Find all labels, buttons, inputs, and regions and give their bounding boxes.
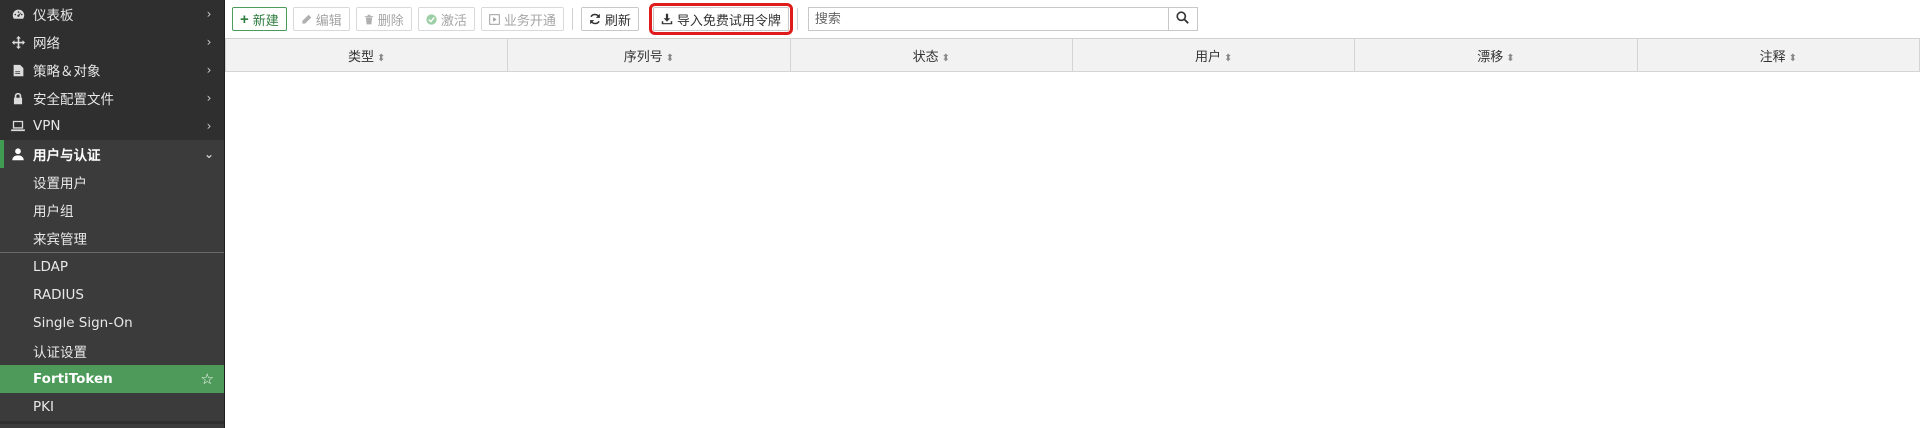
sidebar-subitem-label: FortiToken	[33, 371, 113, 387]
user-icon	[10, 146, 26, 162]
sidebar-item-security-profiles[interactable]: 安全配置文件 ›	[0, 84, 224, 112]
refresh-icon	[589, 13, 601, 25]
sidebar-item-label: VPN	[33, 118, 61, 134]
sidebar-subitem-label: 认证设置	[33, 345, 87, 361]
trash-icon	[364, 14, 374, 25]
search-icon	[1176, 10, 1190, 28]
star-icon[interactable]: ☆	[201, 370, 214, 388]
sidebar-subitem-pki[interactable]: PKI	[0, 393, 224, 421]
check-circle-icon	[426, 13, 437, 25]
sidebar-subitem-user-groups[interactable]: 用户组	[0, 196, 224, 224]
sidebar-item-user-auth[interactable]: 用户与认证 ⌄	[0, 140, 224, 168]
sidebar-item-label: 安全配置文件	[33, 92, 114, 108]
lock-icon	[10, 90, 26, 106]
provision-button-label: 业务开通	[503, 12, 556, 28]
main-content: + 新建 编辑 删除 激活 业务开通 刷新 导入免费试用令牌 搜索 类型 ⬍ 序…	[224, 0, 1920, 428]
column-header-label: 注释	[1759, 49, 1786, 65]
sidebar-footer	[0, 424, 224, 428]
search-button[interactable]	[1167, 7, 1198, 31]
column-header-label: 漂移	[1477, 49, 1504, 65]
new-button[interactable]: + 新建	[232, 7, 287, 31]
chevron-right-icon: ›	[206, 35, 212, 49]
search-input[interactable]	[807, 7, 1168, 31]
chevron-right-icon: ›	[206, 119, 212, 133]
sidebar-item-label: 策略＆对象	[33, 64, 101, 80]
chevron-down-icon: ⌄	[203, 147, 215, 161]
sidebar-subitem-sso[interactable]: Single Sign-On	[0, 309, 224, 337]
play-square-icon	[489, 13, 500, 25]
column-header-label: 类型	[347, 49, 374, 65]
fortitoken-table: 类型 ⬍ 序列号 ⬍ 状态 ⬍ 用户 ⬍ 漂移 ⬍ 注释 ⬍	[224, 38, 1920, 72]
sidebar-subitem-fortitoken[interactable]: FortiToken ☆	[0, 365, 224, 393]
search-box	[807, 7, 1198, 31]
sort-icon: ⬍	[941, 52, 951, 64]
chevron-right-icon: ›	[206, 63, 212, 77]
chevron-right-icon: ›	[206, 7, 212, 21]
plus-icon: +	[240, 10, 249, 28]
column-header-user[interactable]: 用户 ⬍	[1071, 38, 1356, 72]
table-body-empty	[225, 72, 1920, 428]
sort-icon: ⬍	[1223, 52, 1233, 64]
column-header-status[interactable]: 状态 ⬍	[789, 38, 1073, 72]
download-icon	[661, 13, 673, 25]
sidebar-item-label: 网络	[33, 36, 60, 52]
pencil-icon	[301, 14, 312, 25]
sidebar-item-policy-objects[interactable]: 策略＆对象 ›	[0, 56, 224, 84]
sidebar-subitem-ldap[interactable]: LDAP	[0, 253, 224, 281]
policy-icon	[10, 62, 26, 78]
sidebar-subitem-user-definition[interactable]: 设置用户	[0, 168, 224, 196]
delete-button-label: 删除	[377, 12, 404, 28]
sidebar-subitem-radius[interactable]: RADIUS	[0, 281, 224, 309]
chevron-right-icon: ›	[206, 91, 212, 105]
sidebar-item-label: 仪表板	[33, 8, 74, 24]
sidebar-subitem-label: Single Sign-On	[33, 315, 133, 331]
sidebar-item-label: 用户与认证	[33, 148, 101, 164]
laptop-icon	[10, 118, 26, 134]
column-header-label: 序列号	[623, 49, 663, 65]
column-header-type[interactable]: 类型 ⬍	[224, 38, 509, 72]
toolbar-divider	[796, 8, 798, 30]
column-header-label: 状态	[912, 49, 939, 65]
sidebar-subitem-label: PKI	[33, 399, 54, 415]
delete-button[interactable]: 删除	[355, 7, 412, 31]
sidebar-subitem-label: 来宾管理	[33, 232, 87, 248]
sidebar-item-network[interactable]: 网络 ›	[0, 28, 224, 56]
app-root: 仪表板 › 网络 › 策略＆对象 › 安全配置文件 › VPN › 用户与认证 …	[0, 0, 1920, 428]
sort-icon: ⬍	[665, 52, 675, 64]
activate-button[interactable]: 激活	[417, 7, 475, 31]
table-header-row: 类型 ⬍ 序列号 ⬍ 状态 ⬍ 用户 ⬍ 漂移 ⬍ 注释 ⬍	[224, 38, 1920, 72]
sidebar-subitem-label: RADIUS	[33, 287, 84, 303]
dashboard-icon	[10, 6, 26, 22]
refresh-button-label: 刷新	[604, 12, 631, 28]
sidebar-item-dashboard[interactable]: 仪表板 ›	[0, 0, 224, 28]
sidebar-subitem-label: LDAP	[33, 259, 69, 275]
sidebar: 仪表板 › 网络 › 策略＆对象 › 安全配置文件 › VPN › 用户与认证 …	[0, 0, 225, 428]
toolbar: + 新建 编辑 删除 激活 业务开通 刷新 导入免费试用令牌 搜索	[225, 0, 1920, 38]
sidebar-item-vpn[interactable]: VPN ›	[0, 112, 224, 140]
import-trial-token-label: 导入免费试用令牌	[676, 12, 781, 28]
sidebar-subitem-label: 用户组	[33, 204, 74, 220]
sidebar-subitem-auth-settings[interactable]: 认证设置	[0, 337, 224, 365]
sidebar-subitem-label: 设置用户	[33, 176, 87, 192]
column-header-comments[interactable]: 注释 ⬍	[1636, 38, 1920, 72]
activate-button-label: 激活	[440, 12, 467, 28]
column-header-serial[interactable]: 序列号 ⬍	[507, 38, 791, 72]
sort-icon: ⬍	[1506, 52, 1515, 64]
sort-icon: ⬍	[1788, 52, 1798, 64]
column-header-label: 用户	[1194, 49, 1221, 65]
import-trial-token-button[interactable]: 导入免费试用令牌	[648, 3, 793, 35]
network-icon	[10, 34, 26, 50]
toolbar-divider	[571, 8, 573, 30]
column-header-drift[interactable]: 漂移 ⬍	[1354, 38, 1638, 72]
provision-button[interactable]: 业务开通	[480, 7, 564, 31]
edit-button[interactable]: 编辑	[292, 7, 350, 31]
sort-icon: ⬍	[376, 52, 386, 64]
new-button-label: 新建	[252, 12, 279, 28]
refresh-button[interactable]: 刷新	[580, 7, 639, 31]
sidebar-subitem-guest-management[interactable]: 来宾管理	[0, 224, 224, 252]
edit-button-label: 编辑	[315, 12, 342, 28]
